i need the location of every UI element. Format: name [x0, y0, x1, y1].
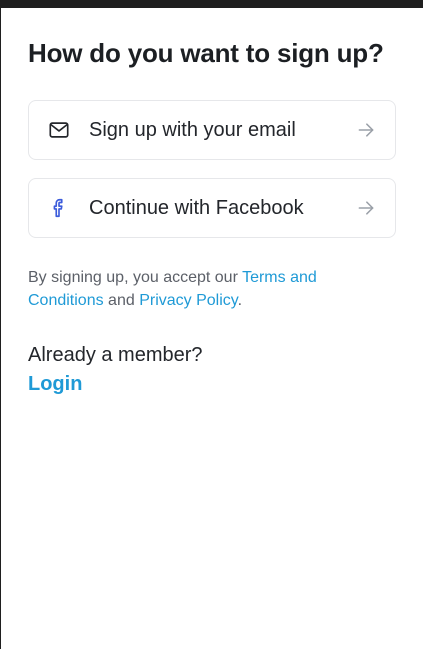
legal-suffix: . [237, 292, 243, 309]
signup-options: Sign up with your email Continue with Fa… [28, 100, 396, 238]
signup-email-button[interactable]: Sign up with your email [28, 100, 396, 160]
signup-facebook-button[interactable]: Continue with Facebook [28, 178, 396, 238]
signup-facebook-label: Continue with Facebook [89, 196, 304, 219]
login-link[interactable]: Login [28, 373, 82, 396]
member-prompt: Already a member? [28, 344, 203, 366]
page-title: How do you want to sign up? [28, 38, 384, 68]
signup-email-label: Sign up with your email [89, 118, 296, 141]
signup-panel: How do you want to sign up? Sign up with… [28, 36, 396, 396]
arrow-right-icon [355, 197, 377, 219]
mail-icon [47, 118, 71, 142]
legal-prefix: By signing up, you accept our [28, 269, 243, 286]
arrow-right-icon [355, 119, 377, 141]
legal-middle: and [103, 292, 140, 309]
legal-notice: By signing up, you accept our Terms and … [28, 266, 396, 312]
privacy-link[interactable]: Privacy Policy [139, 292, 237, 309]
window-top-bar [0, 0, 423, 8]
facebook-icon [47, 196, 71, 220]
window-left-edge [0, 8, 1, 649]
